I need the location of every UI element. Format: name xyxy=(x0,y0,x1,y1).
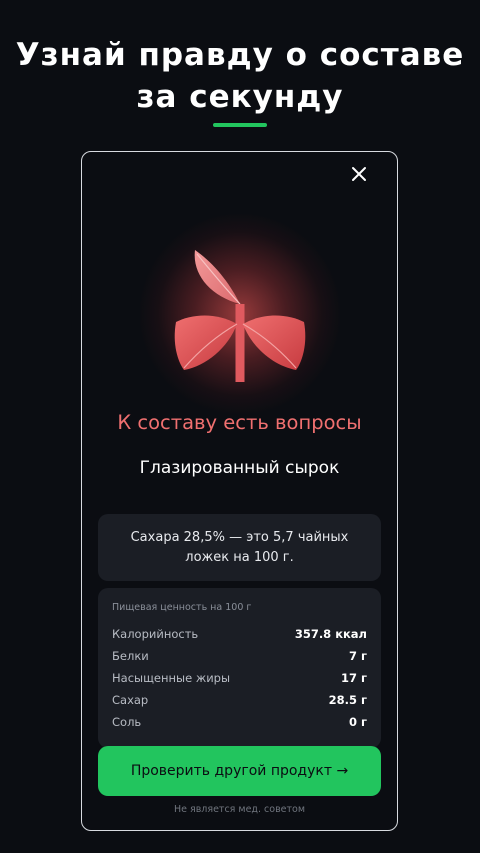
nutrition-row-sugar: Сахар 28.5 г xyxy=(112,691,367,709)
headline-line-2: за секунду xyxy=(136,79,344,115)
accent-underline xyxy=(213,123,267,127)
nutrition-row-label: Соль xyxy=(112,715,142,729)
nutrition-row-label: Калорийность xyxy=(112,627,199,641)
nutrition-row-calories: Калорийность 357.8 ккал xyxy=(112,625,367,643)
nutrition-row-value: 17 г xyxy=(340,671,367,685)
product-name: Глазированный сырок xyxy=(139,458,340,478)
promo-headline: Узнай правду о составе за секунду xyxy=(0,34,480,118)
nutrition-row-value: 357.8 ккал xyxy=(294,627,367,641)
nutrition-row-value: 7 г xyxy=(348,649,367,663)
headline-line-1: Узнай правду о составе xyxy=(15,37,465,73)
nutrition-row-label: Белки xyxy=(112,649,149,663)
nutrition-row-label: Сахар xyxy=(112,693,149,707)
nutrition-row-protein: Белки 7 г xyxy=(112,647,367,665)
nutrition-panel: Пищевая ценность на 100 г Калорийность 3… xyxy=(98,588,381,748)
close-icon[interactable] xyxy=(349,164,369,184)
sugar-note-text: Сахара 28,5% — это 5,7 чайных ложек на 1… xyxy=(130,529,349,565)
nutrition-row-value: 28.5 г xyxy=(328,693,367,707)
nutrition-row-salt: Соль 0 г xyxy=(112,713,367,731)
sprout-icon xyxy=(174,250,306,382)
result-card: К составу есть вопросы Глазированный сыр… xyxy=(81,151,398,831)
nutrition-row-value: 0 г xyxy=(348,715,367,729)
nutrition-title: Пищевая ценность на 100 г xyxy=(112,602,252,613)
nutrition-row-label: Насыщенные жиры xyxy=(112,671,231,685)
verdict-title: К составу есть вопросы xyxy=(117,411,362,434)
nutrition-row-saturated-fat: Насыщенные жиры 17 г xyxy=(112,669,367,687)
sugar-note-panel: Сахара 28,5% — это 5,7 чайных ложек на 1… xyxy=(98,514,381,581)
disclaimer-text: Не является мед. советом xyxy=(173,804,306,815)
check-another-product-button[interactable]: Проверить другой продукт → xyxy=(98,746,381,796)
